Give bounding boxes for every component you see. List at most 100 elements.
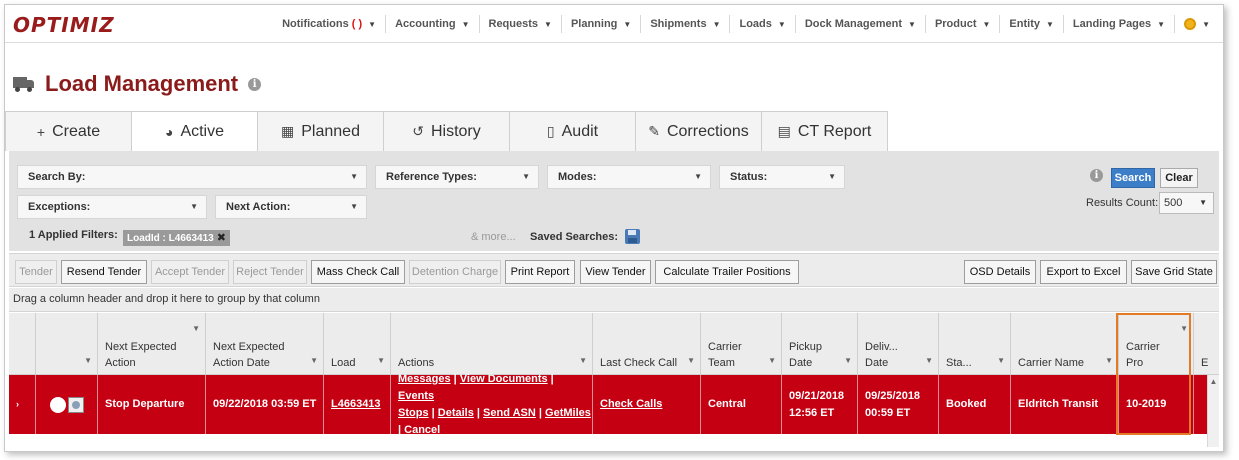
- resend-tender-button[interactable]: Resend Tender: [61, 260, 147, 284]
- save-grid-state-button[interactable]: Save Grid State: [1131, 260, 1217, 284]
- nav-item-notifications[interactable]: Notifications ( ) ▼: [273, 15, 387, 33]
- nav-item-loads[interactable]: Loads ▼: [730, 15, 796, 33]
- tab-create[interactable]: + Create: [5, 111, 132, 151]
- accept-tender-button[interactable]: Accept Tender: [151, 260, 229, 284]
- save-icon[interactable]: [625, 229, 640, 244]
- tab-active[interactable]: ◕ Active: [131, 111, 258, 151]
- header-icons-col[interactable]: ▼: [36, 313, 98, 375]
- chevron-down-icon[interactable]: ▼: [1105, 353, 1113, 369]
- chevron-down-icon[interactable]: ▼: [925, 353, 933, 369]
- header-actions[interactable]: Actions ▼: [391, 313, 593, 375]
- chevron-down-icon[interactable]: ▼: [997, 353, 1005, 369]
- scroll-up-icon[interactable]: ▲: [1208, 377, 1219, 386]
- stops-link[interactable]: Stops: [398, 407, 429, 419]
- chevron-down-icon[interactable]: ▼: [768, 353, 776, 369]
- nav-item-shipments[interactable]: Shipments ▼: [641, 15, 731, 33]
- grid-toolbar: Tender Resend Tender Accept Tender Rejec…: [9, 253, 1219, 287]
- more-filters-link[interactable]: & more...: [471, 231, 516, 243]
- next-action-select[interactable]: Next Action: ▼: [215, 195, 367, 219]
- row-expand-cell[interactable]: ›: [9, 375, 36, 434]
- nav-label: Landing Pages: [1072, 18, 1152, 30]
- load-link[interactable]: L4663413: [331, 396, 381, 413]
- nav-item-landing-pages[interactable]: Landing Pages ▼: [1064, 15, 1176, 33]
- vertical-scrollbar[interactable]: ▲: [1207, 375, 1219, 447]
- details-link[interactable]: Details: [438, 407, 474, 419]
- chevron-down-icon: ▼: [350, 202, 358, 211]
- header-overflow[interactable]: E: [1194, 313, 1219, 375]
- header-label: Deliv... Date: [865, 341, 898, 369]
- nav-item-dock-management[interactable]: Dock Management ▼: [796, 15, 926, 33]
- print-report-button[interactable]: Print Report: [505, 260, 575, 284]
- mass-check-call-button[interactable]: Mass Check Call: [311, 260, 405, 284]
- reference-types-select[interactable]: Reference Types: ▼: [375, 165, 539, 189]
- delivery-date-line: 09/25/2018: [865, 389, 921, 402]
- events-link[interactable]: Events: [398, 390, 434, 402]
- view-tender-button[interactable]: View Tender: [580, 260, 651, 284]
- results-count-select[interactable]: 500 ▼: [1159, 192, 1214, 214]
- check-calls-link[interactable]: Check Calls: [600, 396, 662, 413]
- chevron-down-icon: ▼: [190, 202, 198, 211]
- group-drop-zone[interactable]: Drag a column header and drop it here to…: [9, 288, 1219, 312]
- chevron-down-icon[interactable]: ▼: [579, 353, 587, 369]
- pencil-icon: ✎: [648, 123, 660, 139]
- tab-audit[interactable]: ▯ Audit: [509, 111, 636, 151]
- osd-details-button[interactable]: OSD Details: [964, 260, 1036, 284]
- nav-item-requests[interactable]: Requests ▼: [480, 15, 562, 33]
- header-last-check-call[interactable]: Last Check Call ▼: [593, 313, 701, 375]
- calculate-trailer-positions-button[interactable]: Calculate Trailer Positions: [655, 260, 799, 284]
- header-load[interactable]: Load ▼: [324, 313, 391, 375]
- chevron-down-icon: ▼: [350, 172, 358, 181]
- nav-item-accounting[interactable]: Accounting ▼: [386, 15, 480, 33]
- chevron-down-icon[interactable]: ▼: [687, 353, 695, 369]
- detention-charge-button[interactable]: Detention Charge: [409, 260, 501, 284]
- tab-history[interactable]: ↺ History: [383, 111, 510, 151]
- header-label: Pickup Date: [789, 341, 823, 369]
- document-icon[interactable]: [67, 396, 84, 413]
- table-row[interactable]: › Stop Departure 09/22/2018 03:59 ET L46…: [9, 373, 1207, 436]
- filter-chip[interactable]: LoadId : L4663413 ✖: [123, 230, 230, 246]
- nav-item-settings[interactable]: ▼: [1175, 15, 1219, 33]
- cancel-link[interactable]: Cancel: [404, 424, 440, 436]
- chevron-down-icon[interactable]: ▼: [84, 353, 92, 369]
- chevron-down-icon[interactable]: ▼: [844, 353, 852, 369]
- header-delivery-date[interactable]: Deliv... Date ▼: [858, 313, 939, 375]
- info-icon[interactable]: i: [1090, 169, 1103, 182]
- search-button[interactable]: Search: [1111, 168, 1155, 188]
- export-to-excel-button[interactable]: Export to Excel: [1040, 260, 1127, 284]
- search-by-select[interactable]: Search By: ▼: [17, 165, 367, 189]
- status-select[interactable]: Status: ▼: [719, 165, 845, 189]
- header-status[interactable]: Sta... ▼: [939, 313, 1011, 375]
- header-carrier-name[interactable]: Carrier Name ▼: [1011, 313, 1119, 375]
- tab-ct-report[interactable]: ▤ CT Report: [761, 111, 888, 151]
- header-label: Carrier Pro: [1126, 341, 1160, 369]
- tender-button[interactable]: Tender: [15, 260, 57, 284]
- header-pickup-date[interactable]: Pickup Date ▼: [782, 313, 858, 375]
- reject-tender-button[interactable]: Reject Tender: [233, 260, 307, 284]
- messages-link[interactable]: Messages: [398, 373, 451, 385]
- header-carrier-team[interactable]: Carrier Team ▼: [701, 313, 782, 375]
- alert-icon[interactable]: [46, 393, 67, 414]
- chevron-down-icon[interactable]: ▼: [310, 353, 318, 369]
- nav-label: Planning: [570, 18, 618, 30]
- nav-item-planning[interactable]: Planning ▼: [562, 15, 642, 33]
- header-carrier-pro[interactable]: Carrier Pro ▼: [1119, 313, 1194, 375]
- getmiles-link[interactable]: GetMiles: [545, 407, 591, 419]
- header-next-expected-action-date[interactable]: Next Expected Action Date ▼: [206, 313, 324, 375]
- exceptions-select[interactable]: Exceptions: ▼: [17, 195, 207, 219]
- notification-badge: ( ): [351, 18, 363, 30]
- view-documents-link[interactable]: View Documents: [460, 373, 548, 385]
- clear-button[interactable]: Clear: [1160, 168, 1198, 188]
- nav-item-entity[interactable]: Entity ▼: [1000, 15, 1064, 33]
- close-icon[interactable]: ✖: [217, 232, 226, 244]
- modes-select[interactable]: Modes: ▼: [547, 165, 711, 189]
- chevron-down-icon[interactable]: ▼: [1180, 321, 1188, 337]
- chevron-down-icon[interactable]: ▼: [377, 353, 385, 369]
- chevron-down-icon[interactable]: ▼: [192, 321, 200, 337]
- header-next-expected-action[interactable]: Next Expected Action ▼: [98, 313, 206, 375]
- tab-planned[interactable]: ▦ Planned: [257, 111, 384, 151]
- info-icon[interactable]: i: [248, 77, 262, 91]
- nav-item-product[interactable]: Product ▼: [926, 15, 1001, 33]
- chevron-right-icon[interactable]: ›: [16, 396, 19, 413]
- tab-corrections[interactable]: ✎ Corrections: [635, 111, 762, 151]
- send-asn-link[interactable]: Send ASN: [483, 407, 536, 419]
